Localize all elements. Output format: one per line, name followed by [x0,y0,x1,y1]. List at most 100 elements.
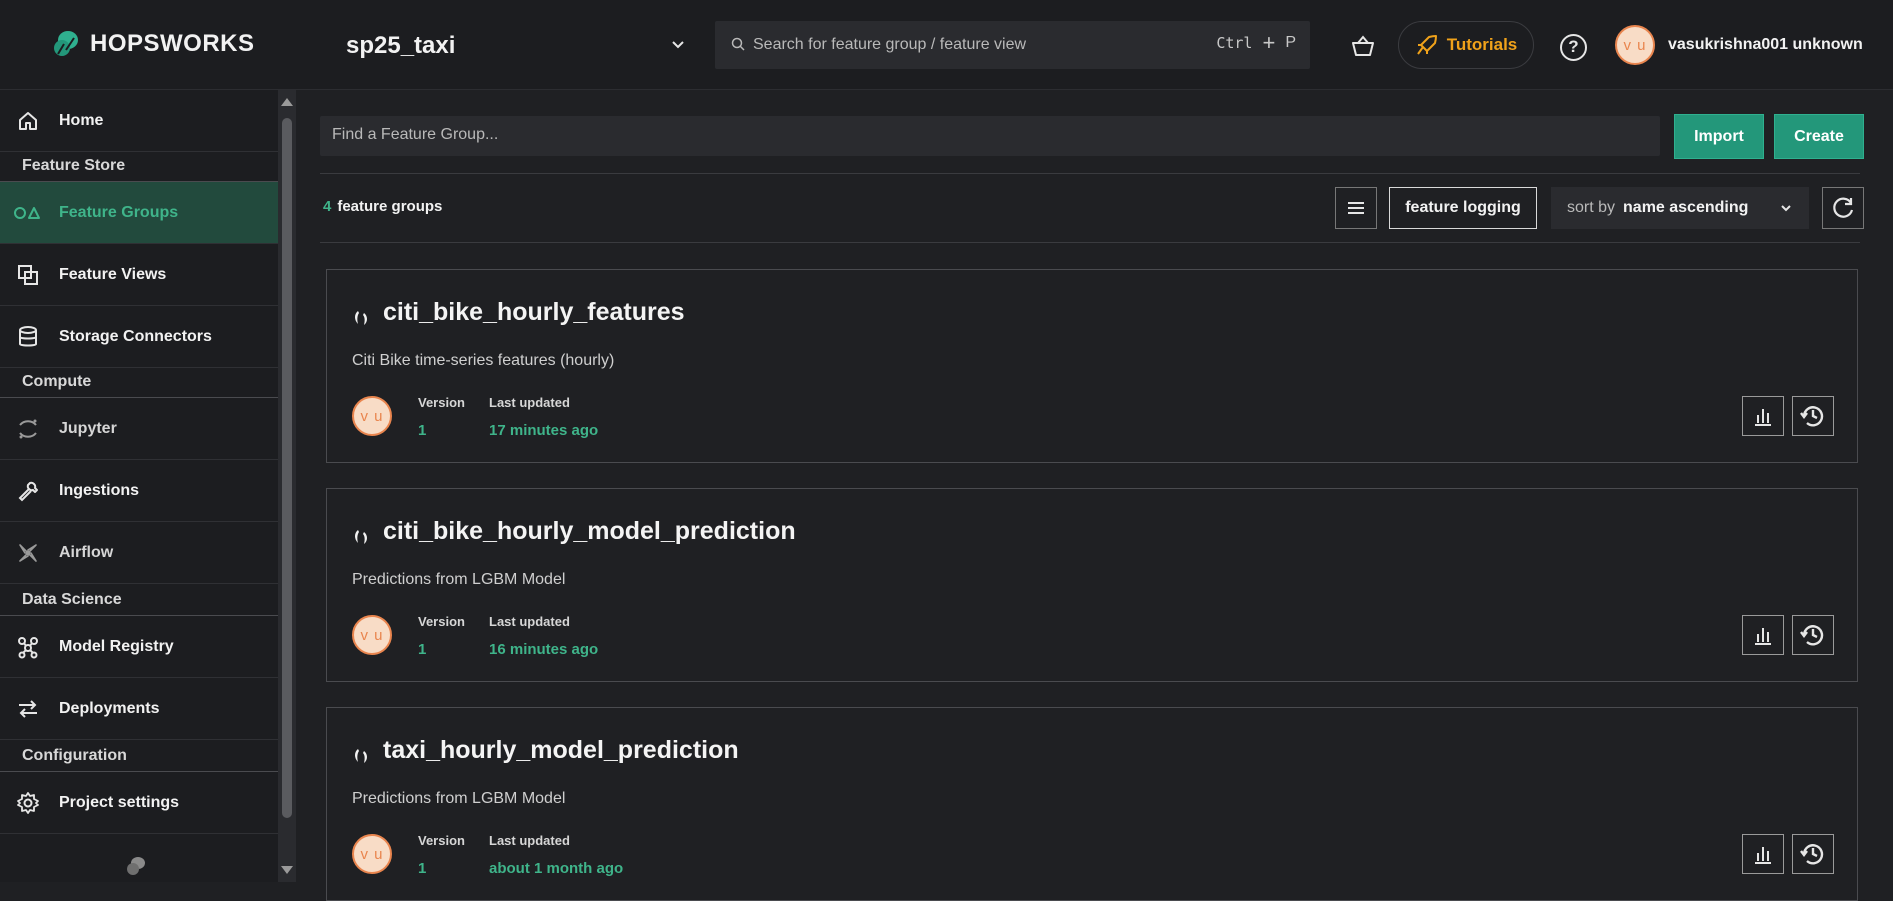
bar-chart-icon [1755,628,1771,645]
divider [320,173,1860,174]
sidebar-scrollbar[interactable] [278,90,296,882]
last-updated-value: about 1 month ago [489,860,624,877]
version-header: Version [418,833,465,848]
sort-value: name ascending [1623,199,1749,216]
sidebar-item-label: Project settings [59,793,180,811]
sidebar-section-data-science: Data Science [0,586,278,616]
sidebar-item-storage-connectors[interactable]: Storage Connectors [0,306,278,368]
help-icon[interactable]: ? [1560,34,1587,61]
history-button[interactable] [1792,396,1834,436]
scroll-thumb[interactable] [282,118,292,818]
last-updated-value: 16 minutes ago [489,641,599,658]
import-button[interactable]: Import [1674,114,1764,159]
feature-groups-icon [14,206,40,219]
sidebar-item-label: Deployments [59,699,160,717]
hopsworks-logo[interactable]: HOPSWORKS [50,28,255,60]
airflow-icon [19,543,37,562]
feature-group-description: Predictions from LGBM Model [352,571,566,588]
sidebar-item-deployments[interactable]: Deployments [0,678,278,740]
divider [320,242,1860,243]
feature-group-card[interactable]: taxi_hourly_model_prediction Predictions… [326,707,1858,901]
refresh-icon [1833,197,1854,218]
history-icon [1800,844,1824,865]
basket-icon[interactable] [1350,34,1376,58]
owner-avatar: v u [352,834,392,874]
list-view-button[interactable] [1335,187,1377,229]
feature-group-name[interactable]: citi_bike_hourly_features [383,298,685,327]
sidebar-item-model-registry[interactable]: Model Registry [0,616,278,678]
statistics-button[interactable] [1742,396,1784,436]
statistics-button[interactable] [1742,615,1784,655]
scroll-up-arrow-icon[interactable] [281,98,293,106]
bar-chart-icon [1755,409,1771,426]
user-avatar[interactable]: v u [1615,25,1655,65]
global-search-input[interactable]: Search for feature group / feature view … [715,21,1310,69]
feature-group-description: Predictions from LGBM Model [352,790,566,807]
sidebar-item-label: Airflow [59,543,114,561]
user-name[interactable]: vasukrishna001 unknown [1668,36,1863,54]
sidebar-item-label: Ingestions [59,481,140,499]
create-button[interactable]: Create [1774,114,1864,159]
sidebar-item-feature-groups[interactable]: Feature Groups [0,182,278,244]
rocket-icon [1416,35,1437,55]
last-updated-header: Last updated [489,833,570,848]
feature-logging-button[interactable]: feature logging [1389,187,1537,229]
hopsworks-small-logo-icon [127,857,145,875]
feature-group-name[interactable]: taxi_hourly_model_prediction [383,736,739,765]
sidebar-item-project-settings[interactable]: Project settings [0,772,278,834]
sort-select[interactable]: sort by name ascending [1551,187,1809,229]
sidebar-section-feature-store: Feature Store [0,152,278,182]
wrench-icon [18,481,38,501]
count-label: feature groups [337,198,443,215]
tutorials-label: Tutorials [1446,35,1518,54]
chevron-down-icon[interactable] [668,34,688,54]
history-icon [1800,625,1824,646]
search-shortcut: Ctrl + P [1216,30,1296,55]
feature-group-card[interactable]: citi_bike_hourly_model_prediction Predic… [326,488,1858,682]
hops-leaf-icon [355,749,367,763]
model-registry-icon [18,636,38,658]
scroll-down-arrow-icon[interactable] [281,866,293,874]
top-bar: HOPSWORKS sp25_taxi Search for feature g… [0,0,1893,90]
history-icon [1800,406,1824,427]
statistics-button[interactable] [1742,834,1784,874]
last-updated-value: 17 minutes ago [489,422,599,439]
hops-leaf-icon [355,311,367,325]
shortcut-key: P [1285,34,1296,51]
refresh-button[interactable] [1822,187,1864,229]
gear-icon [17,791,39,814]
history-button[interactable] [1792,834,1834,874]
sidebar-item-label: Feature Groups [59,203,179,221]
sidebar-section-compute: Compute [0,368,278,398]
last-updated-header: Last updated [489,395,570,410]
version-header: Version [418,395,465,410]
sidebar-item-airflow[interactable]: Airflow [0,522,278,584]
sidebar-item-label: Home [59,111,104,129]
last-updated-field: Last updated about 1 month ago [489,833,623,877]
sidebar-item-label: Storage Connectors [59,327,212,345]
history-button[interactable] [1792,615,1834,655]
hopsworks-logo-icon [54,31,78,56]
find-feature-group-input[interactable]: Find a Feature Group... [320,116,1660,156]
tutorials-button[interactable]: Tutorials [1398,21,1534,69]
shortcut-ctrl: Ctrl [1216,34,1253,52]
menu-icon [1348,202,1364,214]
shortcut-plus: + [1262,30,1276,55]
version-value: 1 [418,860,427,877]
project-name[interactable]: sp25_taxi [346,32,455,60]
feature-group-name[interactable]: citi_bike_hourly_model_prediction [383,517,796,546]
sidebar-section-configuration: Configuration [0,742,278,772]
sidebar-item-home[interactable]: Home [0,90,278,152]
sidebar-item-ingestions[interactable]: Ingestions [0,460,278,522]
sidebar-item-label: Jupyter [59,419,117,437]
brand-name: HOPSWORKS [90,30,255,57]
feature-group-card[interactable]: citi_bike_hourly_features Citi Bike time… [326,269,1858,463]
feature-group-description: Citi Bike time-series features (hourly) [352,352,615,369]
sidebar-item-jupyter[interactable]: Jupyter [0,398,278,460]
owner-avatar: v u [352,615,392,655]
version-value: 1 [418,422,427,439]
home-icon [19,111,37,130]
last-updated-header: Last updated [489,614,570,629]
owner-avatar: v u [352,396,392,436]
sidebar-item-feature-views[interactable]: Feature Views [0,244,278,306]
